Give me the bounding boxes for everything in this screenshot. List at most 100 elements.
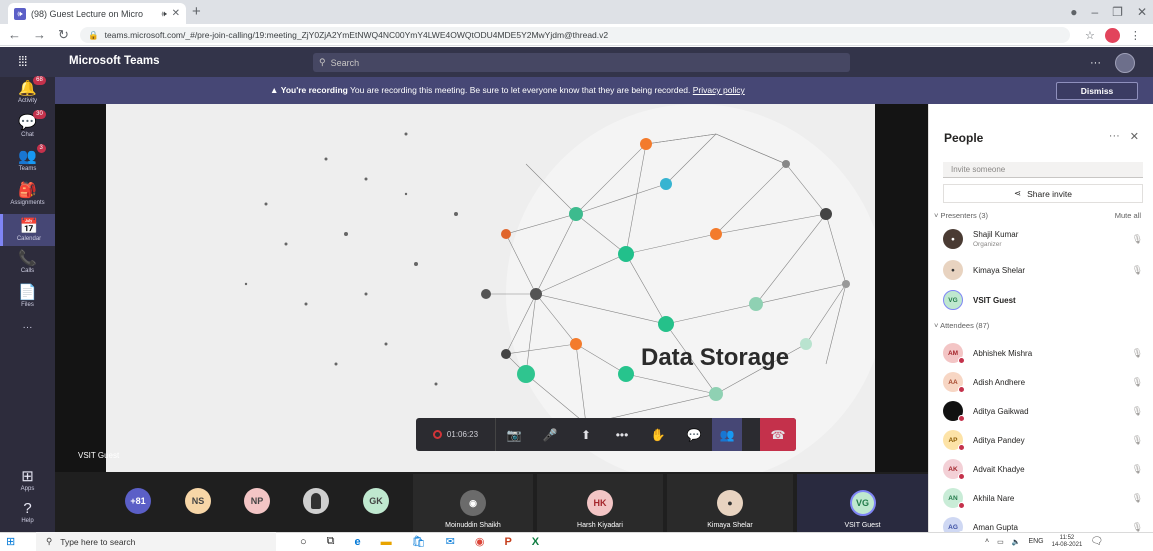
participant-tile[interactable]: ◉ Moinuddin Shaikh — [413, 474, 533, 532]
mic-button[interactable]: 🎤 — [532, 418, 568, 451]
attendees-header[interactable]: ˅ Attendees (87) — [934, 321, 989, 330]
person-row[interactable]: ● Shajil Kumar Organizer 🎙 — [943, 226, 1143, 252]
profile-avatar[interactable] — [1104, 27, 1120, 43]
new-tab-button[interactable]: + — [192, 3, 201, 21]
participant-tile-self[interactable]: VG VSIT Guest — [797, 474, 928, 532]
rail-item-assignments[interactable]: 🎒 Assignments — [0, 182, 55, 206]
clock[interactable]: 11:52 14-08-2021 — [1052, 535, 1083, 549]
more-options-icon[interactable]: ··· — [1090, 57, 1101, 69]
mic-off-icon: 🎤 — [542, 427, 558, 442]
close-tab-icon[interactable]: ✕ — [172, 8, 180, 19]
invite-input[interactable]: Invite someone — [943, 162, 1143, 178]
rail-item-chat[interactable]: 💬 30 Chat — [0, 110, 55, 138]
mic-off-icon: 🎙 — [1131, 347, 1143, 358]
rail-item-help[interactable]: ? Help — [0, 500, 55, 524]
mail-icon[interactable]: ✉ — [446, 535, 455, 548]
rail-item-calendar[interactable]: 📅 Calendar — [0, 214, 55, 246]
app-launcher-icon[interactable]: ⁞⁞⁞ — [18, 53, 28, 69]
powerpoint-icon[interactable]: P — [504, 536, 511, 548]
tray-chevron-icon[interactable]: ˄ — [985, 538, 989, 545]
cortana-icon[interactable]: ○ — [300, 536, 307, 548]
shared-slide: Data Storage — [106, 104, 875, 472]
nav-buttons: ← → ↻ — [8, 27, 69, 43]
person-row[interactable]: AA Adish Andhere 🎙 — [943, 369, 1143, 395]
back-icon[interactable]: ← — [8, 27, 21, 43]
person-row[interactable]: AK Advait Khadye 🎙 — [943, 456, 1143, 482]
windows-start-icon[interactable]: ⊞ — [6, 535, 15, 548]
person-row[interactable]: Aditya Gaikwad 🎙 — [943, 398, 1143, 424]
star-icon[interactable]: ☆ — [1085, 29, 1095, 42]
forward-icon[interactable]: → — [33, 27, 46, 43]
edge-icon[interactable]: e — [355, 536, 361, 548]
participant-tile[interactable]: ● Kimaya Shelar — [667, 474, 793, 532]
rail-item-calls[interactable]: 📞 Calls — [0, 250, 55, 274]
participant-initials: HK — [587, 490, 613, 516]
excel-icon[interactable]: X — [532, 536, 539, 548]
participant-tile[interactable]: HK Harsh Kiyadari — [537, 474, 663, 532]
account-icon[interactable]: ● — [1070, 5, 1077, 19]
person-initials: AM — [943, 343, 965, 364]
chat-button[interactable]: 💬 — [676, 418, 712, 451]
rail-item-more[interactable]: ··· — [0, 322, 55, 333]
reload-icon[interactable]: ↻ — [58, 27, 69, 43]
privacy-policy-link[interactable]: Privacy policy — [693, 85, 745, 95]
taskbar-search-input[interactable]: ⚲ Type here to search — [36, 532, 276, 551]
dismiss-button[interactable]: Dismiss — [1056, 82, 1138, 100]
search-input[interactable]: ⚲ Search — [313, 53, 850, 72]
presenters-header[interactable]: ˅ Presenters (3) — [934, 211, 988, 220]
chrome-icon[interactable]: ◉ — [475, 535, 485, 548]
person-row[interactable]: VG VSIT Guest — [943, 287, 1143, 313]
chat-icon: 💬 — [686, 427, 702, 442]
rail-item-apps[interactable]: ⊞ Apps — [0, 468, 55, 492]
file-explorer-icon[interactable]: ▬ — [381, 536, 392, 548]
notifications-icon[interactable]: 🗨 — [1090, 536, 1103, 547]
close-window-icon[interactable]: ✕ — [1137, 5, 1147, 19]
person-row[interactable]: AP Aditya Pandey 🎙 — [943, 427, 1143, 453]
overflow-participants[interactable]: +81 — [125, 488, 151, 514]
language-indicator[interactable]: ENG — [1028, 538, 1043, 545]
minimize-icon[interactable]: – — [1091, 5, 1098, 19]
restore-icon[interactable]: ❐ — [1112, 5, 1123, 19]
panel-more-icon[interactable]: ··· — [1109, 130, 1120, 143]
apps-icon: ⊞ — [21, 468, 34, 485]
person-name: Aman Gupta — [973, 522, 1018, 532]
share-invite-button[interactable]: ⋖ Share invite — [943, 184, 1143, 203]
calendar-icon: 📅 — [19, 218, 39, 235]
participant-avatar[interactable] — [303, 488, 329, 514]
network-icon[interactable]: ▭ — [997, 538, 1004, 546]
person-row[interactable]: AN Akhila Nare 🎙 — [943, 485, 1143, 511]
person-row[interactable]: ● Kimaya Shelar 🎙 — [943, 257, 1143, 283]
share-icon: ⋖ — [1013, 188, 1022, 198]
lock-icon: 🔒 — [88, 29, 99, 40]
person-row[interactable]: AM Abhishek Mishra 🎙 — [943, 340, 1143, 366]
mute-all-button[interactable]: Mute all — [1115, 211, 1141, 220]
leave-call-button[interactable]: ☎ — [760, 418, 796, 451]
close-panel-icon[interactable]: ✕ — [1130, 130, 1139, 143]
chat-badge: 30 — [33, 110, 46, 119]
rail-item-files[interactable]: 📄 Files — [0, 284, 55, 308]
participant-avatar[interactable]: NP — [244, 488, 270, 514]
share-button[interactable]: ⬆ — [568, 418, 604, 451]
rail-item-teams[interactable]: 👥 3 Teams — [0, 144, 55, 172]
rail-label: Calendar — [16, 236, 42, 242]
user-avatar[interactable] — [1115, 53, 1135, 73]
menu-icon[interactable]: ⋮ — [1130, 29, 1141, 42]
participant-avatar[interactable]: GK — [363, 488, 389, 514]
rail-item-activity[interactable]: 🔔 68 Activity — [0, 76, 55, 104]
camera-button[interactable]: 📷 — [496, 418, 532, 451]
raise-hand-button[interactable]: ✋ — [640, 418, 676, 451]
file-icon: 📄 — [18, 284, 37, 301]
task-view-icon[interactable]: ⧉ — [327, 535, 335, 548]
mic-off-icon: 🎙 — [1131, 463, 1143, 474]
browser-tab[interactable]: 🕪 (98) Guest Lecture on Micro 🕪 ✕ — [8, 3, 186, 24]
participants-button[interactable]: 👥 — [712, 418, 742, 451]
more-actions-button[interactable]: ••• — [604, 418, 640, 451]
mic-off-icon: 🎙 — [1131, 492, 1143, 503]
person-row[interactable]: AG Aman Gupta 🎙 — [943, 514, 1143, 532]
rail-label: Assignments — [10, 200, 45, 206]
participant-avatar[interactable]: NS — [185, 488, 211, 514]
store-icon[interactable]: 🛍 — [412, 535, 426, 548]
participant-photo: ● — [717, 490, 743, 516]
volume-icon[interactable]: 🔈 — [1012, 538, 1021, 546]
url-input[interactable]: 🔒 teams.microsoft.com/_#/pre-join-callin… — [80, 27, 1070, 43]
